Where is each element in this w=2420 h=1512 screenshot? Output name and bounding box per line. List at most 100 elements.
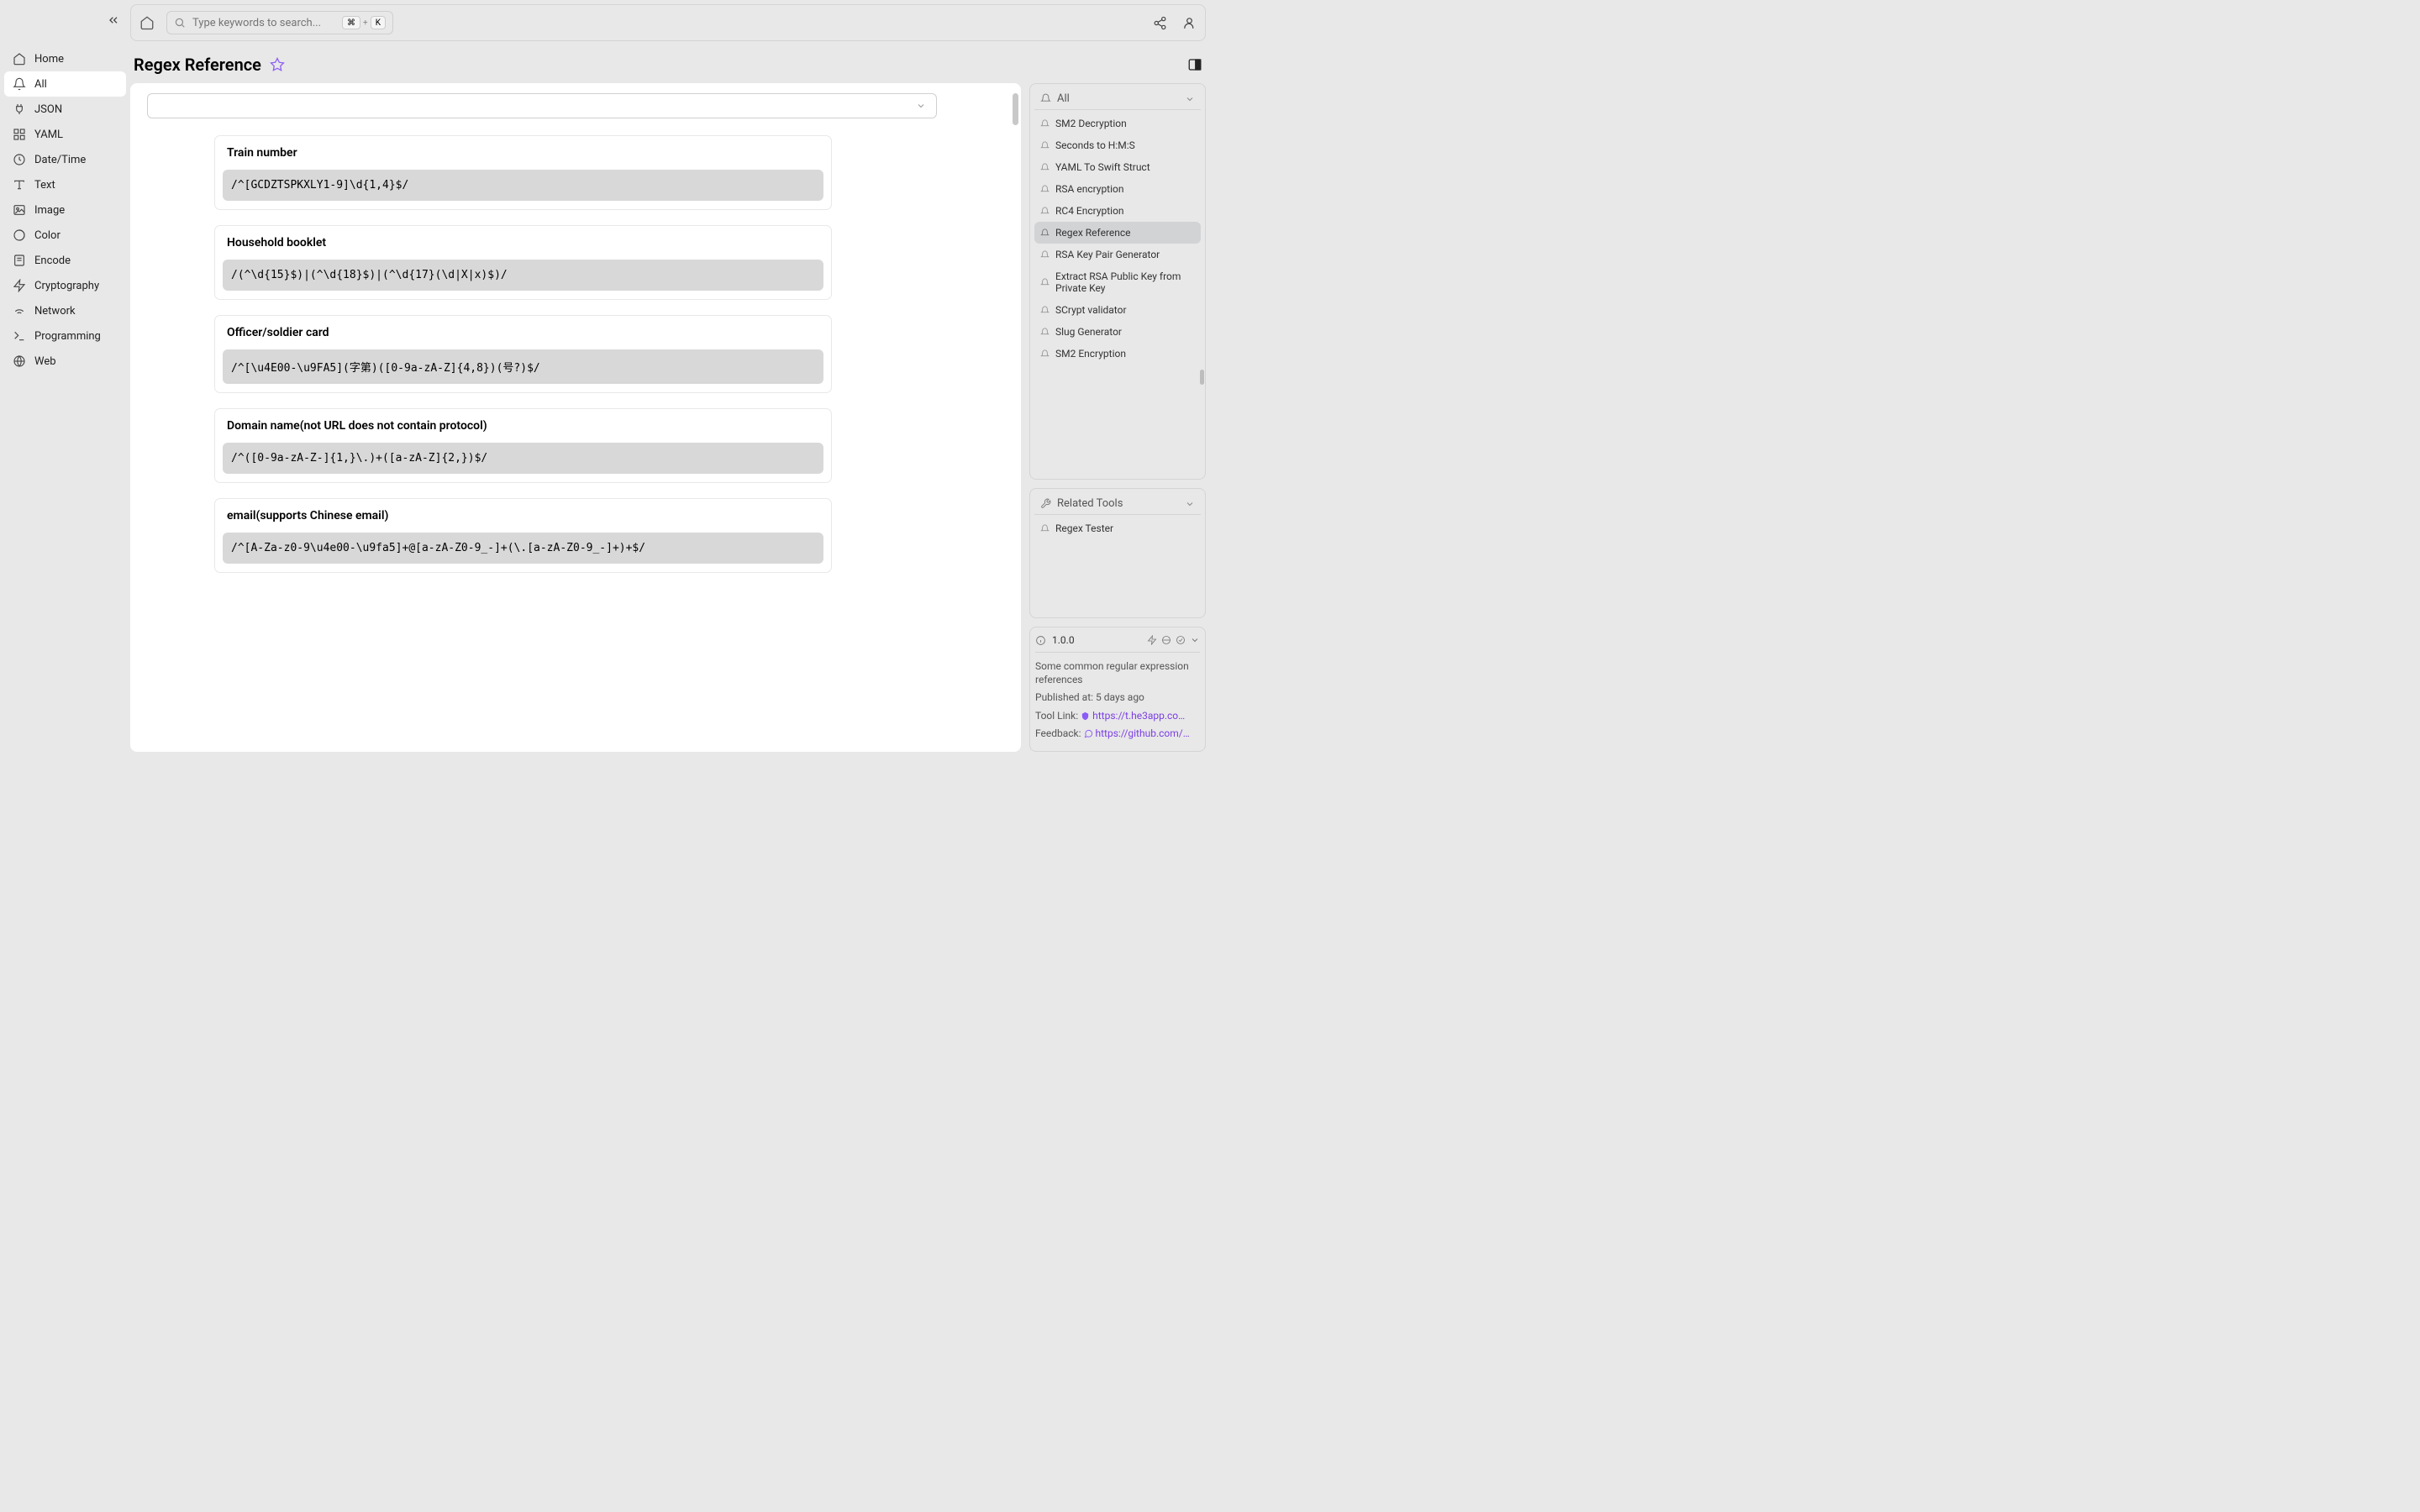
category-dropdown[interactable]	[147, 93, 937, 118]
info-feedback: Feedback: https://github.com/…	[1035, 727, 1200, 740]
info-header: 1.0.0	[1035, 634, 1200, 653]
tool-list: SM2 Decryption Seconds to H:M:S YAML To …	[1034, 113, 1201, 365]
page-title: Regex Reference	[134, 55, 261, 75]
tool-item-active[interactable]: Regex Reference	[1034, 222, 1201, 244]
search-input[interactable]	[192, 17, 335, 29]
nav-home[interactable]: Home	[4, 46, 126, 71]
tool-item[interactable]: SM2 Encryption	[1034, 343, 1201, 365]
right-panel: All SM2 Decryption Seconds to H:M:S YAML…	[1029, 83, 1206, 752]
favorite-button[interactable]	[270, 57, 285, 72]
info-icon	[1035, 635, 1046, 646]
nav-crypto[interactable]: Cryptography	[4, 273, 126, 298]
regex-title: Officer/soldier card	[215, 316, 831, 349]
tool-item[interactable]: RC4 Encryption	[1034, 200, 1201, 222]
image-icon	[13, 203, 26, 217]
share-icon[interactable]	[1153, 16, 1167, 30]
nav-label: Color	[34, 229, 60, 242]
info-actions	[1147, 635, 1200, 645]
kbd-plus: +	[363, 18, 368, 28]
globe-icon[interactable]	[1161, 635, 1171, 645]
nav-network[interactable]: Network	[4, 298, 126, 323]
tool-item[interactable]: RSA encryption	[1034, 178, 1201, 200]
wifi-icon	[13, 304, 26, 318]
tool-item[interactable]: Extract RSA Public Key from Private Key	[1034, 265, 1201, 299]
nav-label: Text	[34, 179, 55, 192]
tool-item[interactable]: RSA Key Pair Generator	[1034, 244, 1201, 265]
bell-icon	[1040, 163, 1050, 172]
nav-all[interactable]: All	[4, 71, 126, 97]
tool-label: SCrypt validator	[1055, 304, 1127, 316]
content-row: Train number /^[GCDZTSPKXLY1-9]\d{1,4}$/…	[130, 83, 1206, 752]
nav-web[interactable]: Web	[4, 349, 126, 374]
panel-toggle-button[interactable]	[1187, 57, 1202, 72]
bell-icon	[1040, 306, 1050, 315]
scrollbar[interactable]	[1200, 370, 1204, 385]
scrollbar[interactable]	[1013, 93, 1018, 125]
home-button[interactable]	[139, 15, 155, 30]
check-icon[interactable]	[1176, 635, 1186, 645]
terminal-icon	[13, 329, 26, 343]
related-tools-panel: Related Tools Regex Tester	[1029, 488, 1206, 618]
feedback-link[interactable]: https://github.com/…	[1096, 727, 1190, 739]
nav-list: Home All JSON YAML Date/Time Text Image	[0, 42, 130, 378]
tool-label: YAML To Swift Struct	[1055, 161, 1150, 173]
tool-label: Seconds to H:M:S	[1055, 139, 1135, 151]
regex-pattern[interactable]: /(^\d{15}$)|(^\d{18}$)|(^\d{17}(\d|X|x)$…	[223, 260, 823, 291]
nav-text[interactable]: Text	[4, 172, 126, 197]
nav-yaml[interactable]: YAML	[4, 122, 126, 147]
search-box[interactable]: ⌘ + K	[166, 11, 393, 34]
tool-link[interactable]: https://t.he3app.co…	[1092, 710, 1185, 722]
panel-header-all[interactable]: All	[1034, 88, 1201, 110]
nav-label: Image	[34, 204, 65, 217]
nav-image[interactable]: Image	[4, 197, 126, 223]
tool-label: SM2 Decryption	[1055, 118, 1127, 129]
user-icon[interactable]	[1182, 16, 1197, 30]
wrench-icon	[1040, 498, 1051, 509]
info-published: Published at: 5 days ago	[1035, 690, 1200, 704]
sidebar: Home All JSON YAML Date/Time Text Image	[0, 0, 130, 756]
info-description: Some common regular expression reference…	[1035, 659, 1200, 686]
tool-item[interactable]: Seconds to H:M:S	[1034, 134, 1201, 156]
nav-datetime[interactable]: Date/Time	[4, 147, 126, 172]
encode-icon	[13, 254, 26, 267]
regex-card: Household booklet /(^\d{15}$)|(^\d{18}$)…	[214, 225, 832, 300]
nav-label: Date/Time	[34, 154, 86, 166]
collapse-sidebar-button[interactable]	[107, 13, 120, 27]
nav-label: Home	[34, 53, 64, 66]
bell-icon	[1040, 119, 1050, 129]
panel-header-related[interactable]: Related Tools	[1034, 493, 1201, 515]
tool-label: RSA Key Pair Generator	[1055, 249, 1160, 260]
chat-icon	[1084, 729, 1093, 738]
published-value: 5 days ago	[1096, 691, 1144, 703]
related-tool-item[interactable]: Regex Tester	[1034, 517, 1201, 539]
nav-programming[interactable]: Programming	[4, 323, 126, 349]
panel-label: Related Tools	[1057, 497, 1123, 510]
regex-pattern[interactable]: /^[A-Za-z0-9\u4e00-\u9fa5]+@[a-zA-Z0-9_-…	[223, 533, 823, 564]
tool-item[interactable]: YAML To Swift Struct	[1034, 156, 1201, 178]
bell-icon	[1040, 141, 1050, 150]
kbd-k: K	[371, 16, 386, 29]
content-card: Train number /^[GCDZTSPKXLY1-9]\d{1,4}$/…	[130, 83, 1021, 752]
search-icon	[174, 17, 186, 29]
bell-icon	[1040, 207, 1050, 216]
nav-json[interactable]: JSON	[4, 97, 126, 122]
nav-label: YAML	[34, 129, 63, 141]
color-icon	[13, 228, 26, 242]
nav-color[interactable]: Color	[4, 223, 126, 248]
regex-pattern[interactable]: /^[GCDZTSPKXLY1-9]\d{1,4}$/	[223, 170, 823, 201]
tool-item[interactable]: SCrypt validator	[1034, 299, 1201, 321]
bell-icon	[13, 77, 26, 91]
tool-item[interactable]: Slug Generator	[1034, 321, 1201, 343]
nav-label: Encode	[34, 255, 71, 267]
bell-icon	[1040, 524, 1050, 533]
bolt-icon[interactable]	[1147, 635, 1157, 645]
main: ⌘ + K Regex Reference Train number /^[GC…	[130, 0, 1210, 756]
chevron-down-icon[interactable]	[1190, 635, 1200, 645]
nav-encode[interactable]: Encode	[4, 248, 126, 273]
panel-label: All	[1057, 92, 1070, 105]
regex-pattern[interactable]: /^[\u4E00-\u9FA5](字第)([0-9a-zA-Z]{4,8})(…	[223, 349, 823, 384]
regex-pattern[interactable]: /^([0-9a-zA-Z-]{1,}\.)+([a-zA-Z]{2,})$/	[223, 443, 823, 474]
chevron-down-icon	[1185, 499, 1195, 509]
tool-item[interactable]: SM2 Decryption	[1034, 113, 1201, 134]
plug-icon	[13, 102, 26, 116]
